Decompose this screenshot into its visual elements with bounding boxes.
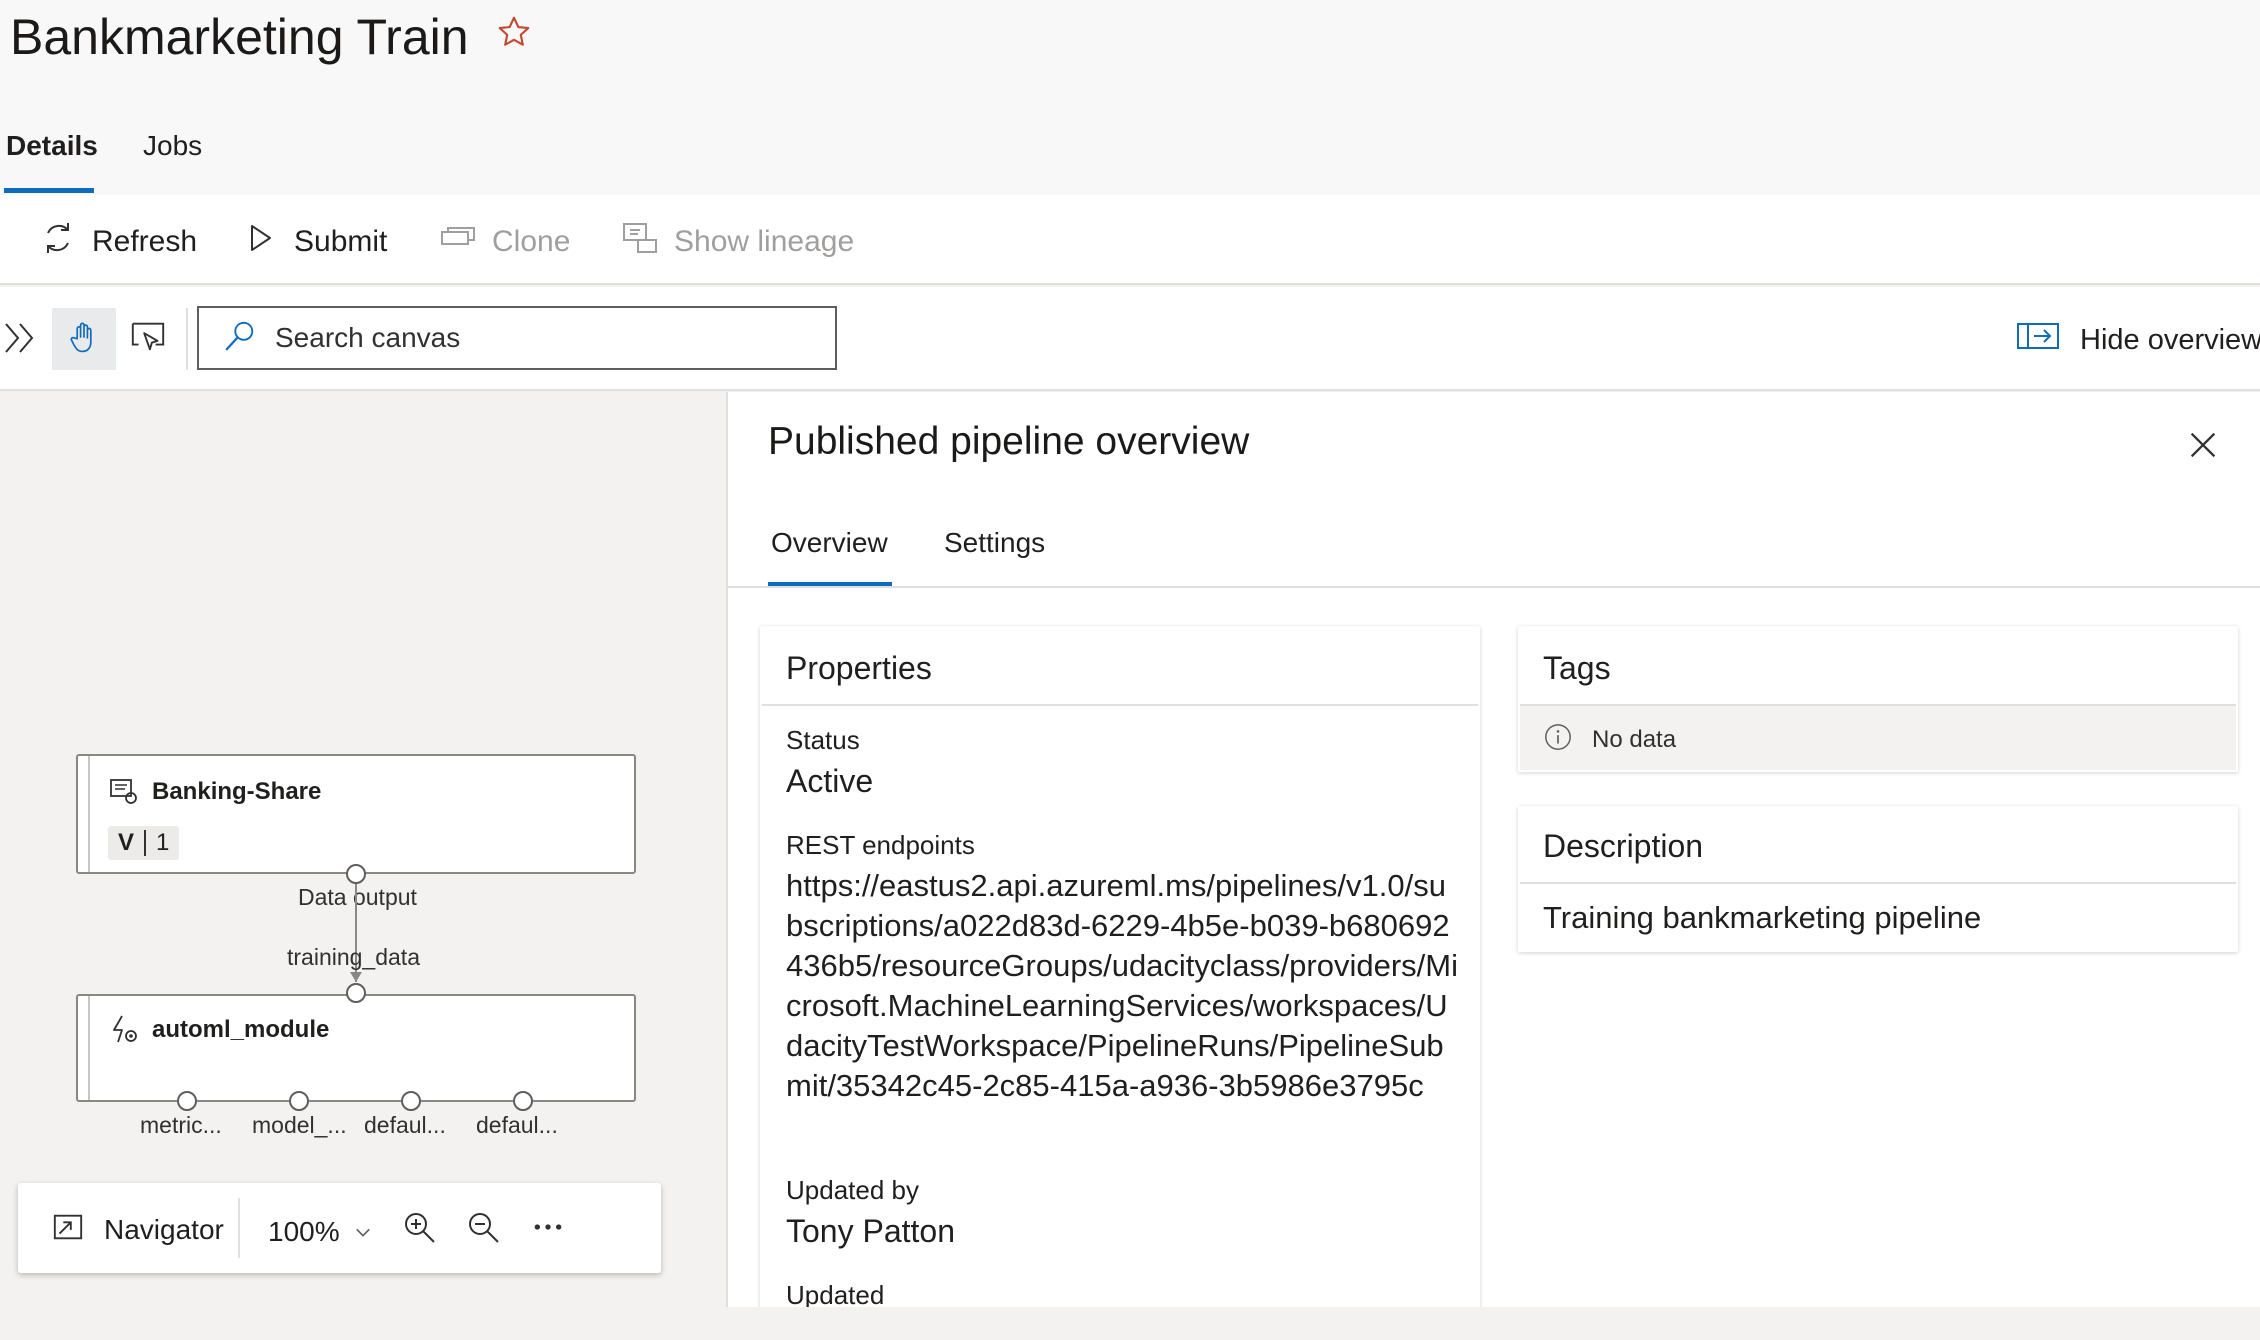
port-label: defaul... <box>476 1112 558 1138</box>
divider <box>186 308 188 370</box>
zoom-out-icon[interactable] <box>466 1210 502 1251</box>
zoom-level: 100% <box>268 1216 340 1247</box>
tab-jobs[interactable]: Jobs <box>143 130 202 162</box>
hide-overview-label: Hide overview <box>2080 323 2260 356</box>
description-text: Training bankmarketing pipeline <box>1543 900 1982 935</box>
port-label: Data output <box>298 884 417 910</box>
show-lineage-button[interactable]: Show lineage <box>620 218 854 266</box>
bottom-strip <box>0 1307 2260 1340</box>
refresh-button[interactable]: Refresh <box>38 218 197 266</box>
play-icon <box>240 218 280 266</box>
card-title: Tags <box>1543 650 1611 686</box>
hand-icon <box>67 320 101 359</box>
port-label: model_... <box>252 1112 347 1138</box>
clone-button[interactable]: Clone <box>438 218 570 266</box>
divider <box>144 830 147 856</box>
zoom-in-icon[interactable] <box>402 1210 438 1251</box>
star-icon[interactable] <box>496 14 532 50</box>
tab-details[interactable]: Details <box>6 130 98 162</box>
submit-button[interactable]: Submit <box>240 218 387 266</box>
divider <box>238 1198 240 1258</box>
node-title: automl_module <box>152 1016 330 1043</box>
close-icon[interactable] <box>2186 428 2222 464</box>
zoom-level-dropdown[interactable]: 100% <box>268 1212 372 1252</box>
tab-settings[interactable]: Settings <box>944 527 1045 559</box>
output-port[interactable] <box>177 1091 197 1111</box>
refresh-icon <box>38 218 78 266</box>
port-label: metric... <box>140 1112 222 1138</box>
input-port[interactable] <box>346 983 366 1003</box>
version-prefix: V <box>118 829 135 856</box>
more-icon[interactable] <box>532 1216 564 1243</box>
updated-by-label: Updated by <box>786 1175 919 1205</box>
node-accent-bar <box>88 996 90 1100</box>
divider <box>762 704 1478 706</box>
submit-label: Submit <box>294 225 388 258</box>
port-label: training_data <box>287 944 420 970</box>
status-label: Status <box>786 725 860 755</box>
rest-endpoint-value: https://eastus2.api.azureml.ms/pipelines… <box>786 868 1458 1103</box>
updated-by-value: Tony Patton <box>786 1213 955 1249</box>
rest-endpoints-label: REST endpoints <box>786 830 975 860</box>
search-canvas-box[interactable] <box>197 306 837 370</box>
card-title: Description <box>1543 828 1704 864</box>
search-icon <box>223 319 257 358</box>
version-number: 1 <box>156 829 170 856</box>
lineage-icon <box>620 218 660 266</box>
output-port[interactable] <box>289 1091 309 1111</box>
automl-icon <box>108 1014 140 1051</box>
connection-arrow <box>350 972 362 982</box>
info-icon <box>1543 722 1573 757</box>
pipeline-node-banking-share[interactable]: Banking-Share V 1 <box>76 754 636 874</box>
status-value: Active <box>786 763 874 799</box>
select-icon <box>129 318 167 361</box>
tags-empty-text: No data <box>1592 726 1677 753</box>
version-badge: V 1 <box>108 826 180 860</box>
port-label: defaul... <box>364 1112 446 1138</box>
navigator-label: Navigator <box>104 1214 224 1245</box>
pan-tool-button[interactable] <box>52 308 116 370</box>
node-accent-bar <box>88 756 90 872</box>
output-port[interactable] <box>401 1091 421 1111</box>
navigator-icon <box>52 1211 84 1250</box>
dataset-icon <box>108 776 140 813</box>
divider <box>1520 882 2236 884</box>
hide-overview-button[interactable]: Hide overview <box>2016 318 2260 362</box>
clone-label: Clone <box>492 225 571 258</box>
select-tool-button[interactable] <box>126 314 170 364</box>
page-title: Bankmarketing Train <box>10 9 469 65</box>
navigator-button[interactable]: Navigator <box>52 1210 224 1250</box>
search-canvas-input[interactable] <box>275 322 815 354</box>
output-port[interactable] <box>346 864 366 884</box>
node-title: Banking-Share <box>152 778 322 805</box>
pipeline-node-automl-module[interactable]: automl_module <box>76 994 636 1102</box>
clone-icon <box>438 218 478 266</box>
tab-active-indicator <box>4 188 94 193</box>
output-port[interactable] <box>513 1091 533 1111</box>
panel-title: Published pipeline overview <box>768 420 1250 463</box>
double-chevron-icon[interactable] <box>2 318 40 358</box>
divider <box>728 586 2260 588</box>
hide-overview-icon <box>2016 321 2060 359</box>
show-lineage-label: Show lineage <box>674 225 855 258</box>
chevron-down-icon <box>354 1216 372 1248</box>
card-title: Properties <box>786 650 932 686</box>
tab-overview[interactable]: Overview <box>771 527 888 559</box>
refresh-label: Refresh <box>92 225 198 258</box>
